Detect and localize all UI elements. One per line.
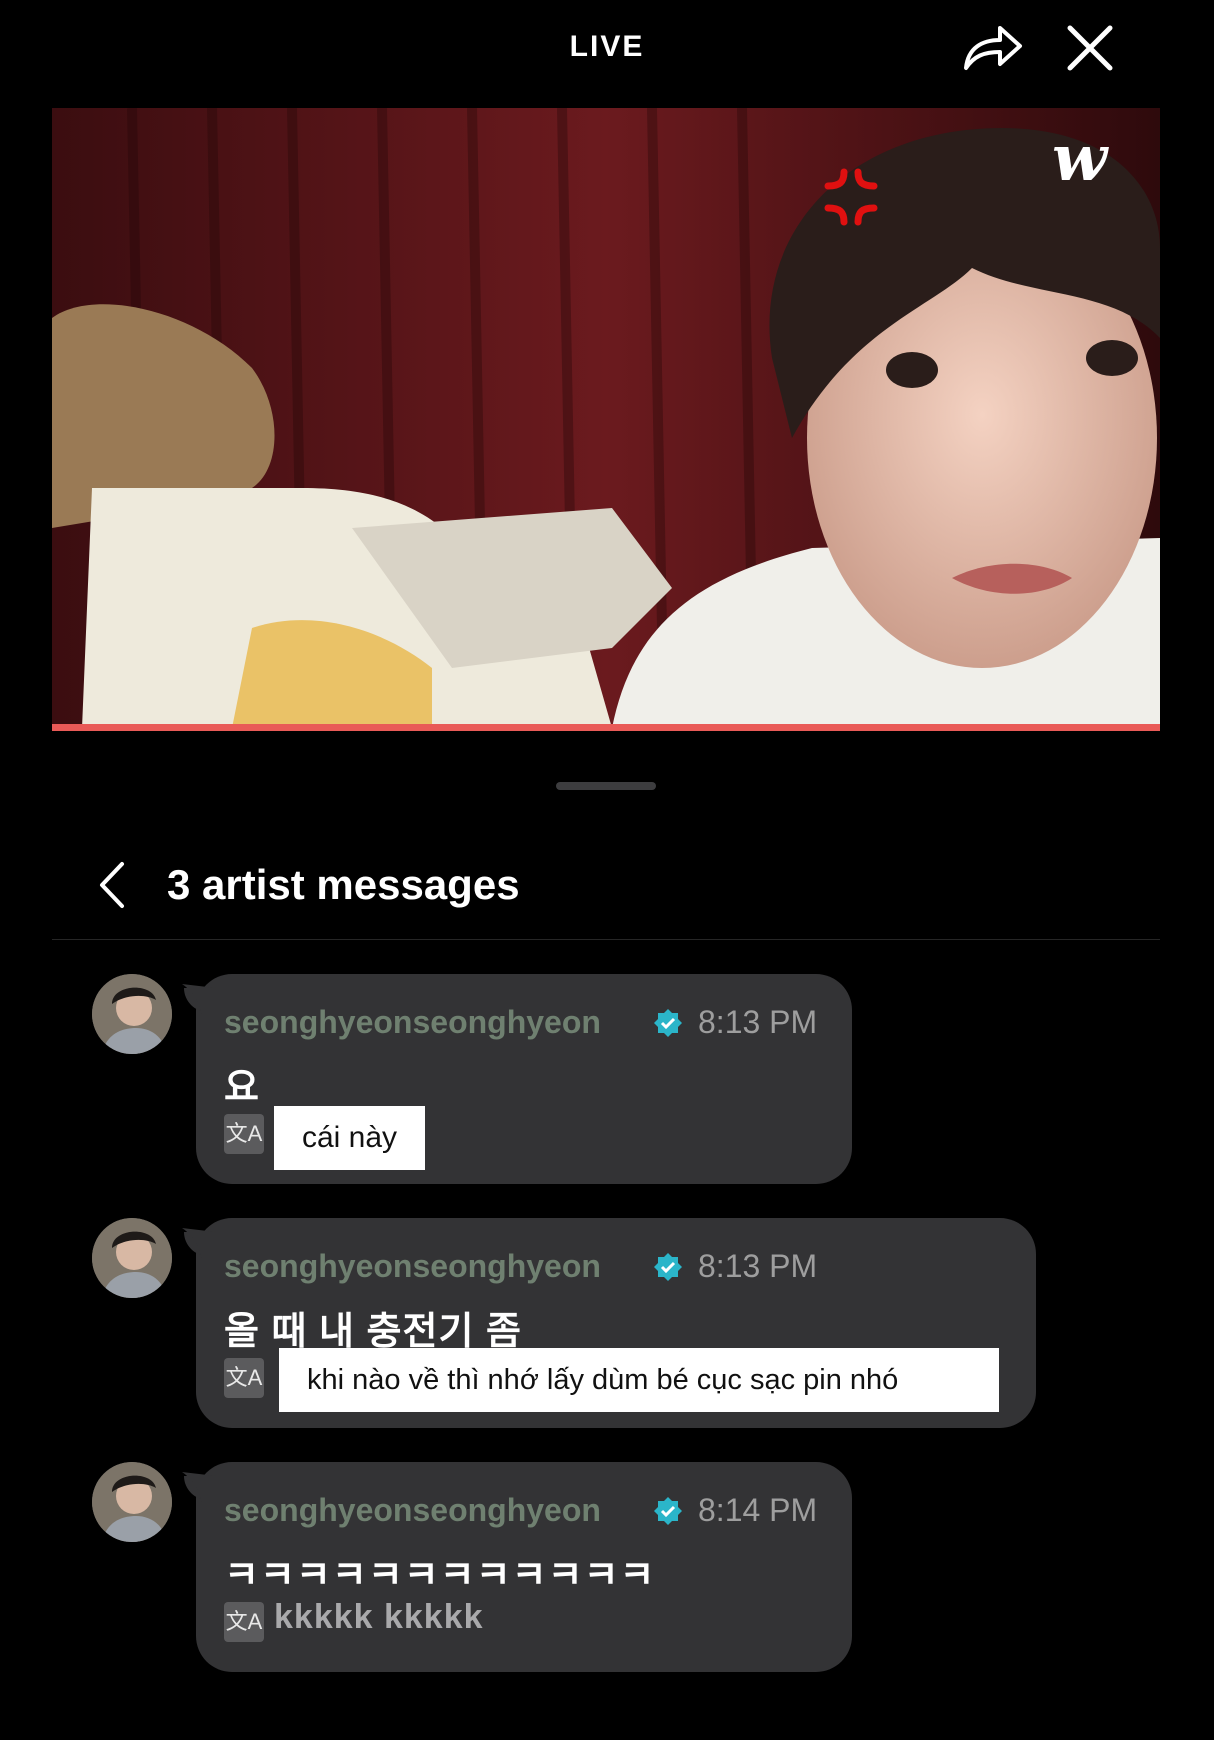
- top-bar: LIVE: [0, 0, 1214, 100]
- verified-badge-icon: [654, 1009, 682, 1037]
- weverse-logo-icon: w: [1052, 121, 1109, 196]
- svg-text:w: w: [1052, 121, 1109, 196]
- live-title: LIVE: [569, 30, 645, 63]
- username[interactable]: seonghyeonseonghyeon: [224, 1004, 601, 1041]
- avatar[interactable]: [92, 974, 172, 1054]
- username[interactable]: seonghyeonseonghyeon: [224, 1248, 601, 1285]
- message-time: 8:13 PM: [698, 1004, 818, 1040]
- chevron-left-icon: [100, 862, 124, 908]
- translate-icon[interactable]: 文A: [224, 1602, 264, 1642]
- share-arrow-icon: [964, 26, 1022, 70]
- close-button[interactable]: [1060, 18, 1120, 78]
- panel-header: 3 artist messages: [52, 840, 1160, 940]
- video-frame: w: [52, 108, 1160, 728]
- share-button[interactable]: [960, 18, 1026, 76]
- message-text: 요: [224, 1067, 260, 1109]
- verified-badge-icon: [654, 1253, 682, 1281]
- message-bubble[interactable]: seonghyeonseonghyeon 8:13 PM 올 때 내 충전기 좀…: [182, 1218, 1036, 1428]
- translate-icon[interactable]: 文A: [224, 1114, 264, 1154]
- panel-title: 3 artist messages: [167, 861, 520, 908]
- close-x-icon: [1067, 25, 1113, 71]
- translation-text: cái này: [274, 1106, 426, 1170]
- avatar[interactable]: [92, 1218, 172, 1298]
- translation-text: khi nào về thì nhớ lấy dùm bé cục sạc pi…: [279, 1348, 999, 1412]
- back-button[interactable]: [92, 858, 132, 912]
- message-time: 8:14 PM: [698, 1492, 818, 1528]
- panel-drag-handle[interactable]: [556, 782, 656, 790]
- bubble-tail: [182, 1472, 216, 1502]
- translation-text: kkkkk kkkkk: [274, 1598, 484, 1636]
- message-bubble[interactable]: seonghyeonseonghyeon 8:14 PM ㅋㅋㅋㅋㅋㅋㅋㅋㅋㅋㅋ…: [182, 1462, 852, 1672]
- message-bubble[interactable]: seonghyeonseonghyeon 8:13 PM 요 文A cái nà…: [182, 974, 852, 1184]
- translate-icon[interactable]: 文A: [224, 1358, 264, 1398]
- username[interactable]: seonghyeonseonghyeon: [224, 1492, 601, 1529]
- live-video[interactable]: w: [52, 108, 1160, 728]
- bubble-tail: [182, 1228, 216, 1258]
- message-text: 올 때 내 충전기 좀: [224, 1311, 522, 1353]
- message-time: 8:13 PM: [698, 1248, 818, 1284]
- bubble-tail: [182, 984, 216, 1014]
- verified-badge-icon: [654, 1497, 682, 1525]
- live-progress-bar: [52, 724, 1160, 731]
- message-text: ㅋㅋㅋㅋㅋㅋㅋㅋㅋㅋㅋㅋ: [224, 1555, 656, 1597]
- avatar[interactable]: [92, 1462, 172, 1542]
